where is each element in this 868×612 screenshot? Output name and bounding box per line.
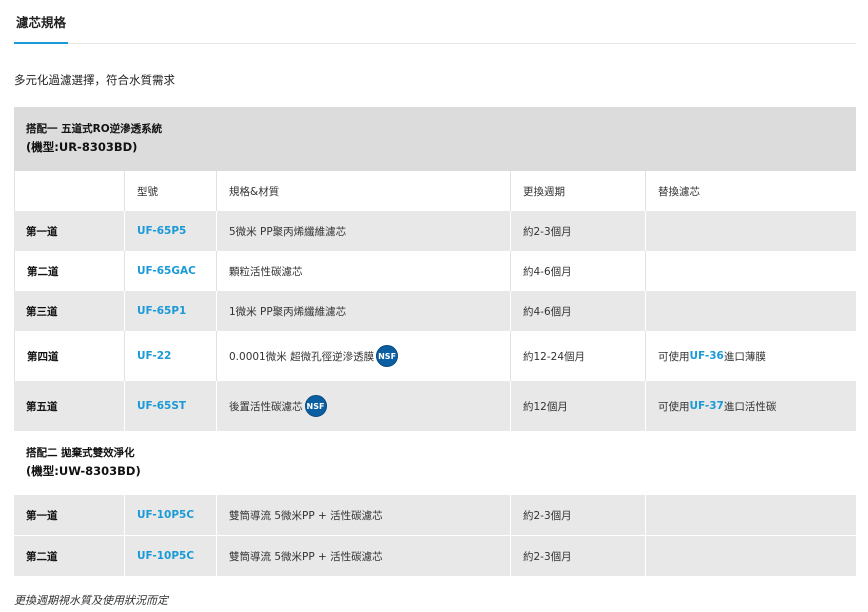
spec-text: 顆粒活性碳濾芯: [216, 251, 510, 291]
replace-prefix: 可使用: [658, 400, 690, 413]
replace-link-uf37[interactable]: UF-37: [690, 400, 724, 412]
config1-header: 搭配一 五道式RO逆滲透系統 (機型:UR-8303BD): [14, 107, 856, 171]
nsf-certified-icon: NSF: [304, 395, 327, 417]
spec-label: 5微米 PP聚丙烯纖維濾芯: [229, 225, 347, 238]
stage-label: 第一道: [26, 509, 58, 522]
spec-label: 後置活性碳濾芯: [229, 400, 303, 413]
spec-text: 0.0001微米 超微孔徑逆滲透膜 NSF: [216, 331, 510, 381]
model-link[interactable]: UF-65P5: [124, 211, 216, 251]
cycle-text: 約12-24個月: [510, 331, 645, 381]
replace-cell: [645, 536, 856, 576]
intro-text: 多元化過濾選擇，符合水質需求: [14, 73, 175, 87]
replace-suffix: 進口薄膜: [723, 350, 766, 363]
replace-cell: 可使用 UF-36 進口薄膜: [645, 331, 856, 381]
spec-label: 顆粒活性碳濾芯: [229, 265, 303, 278]
config1-model: (機型:UR-8303BD): [26, 140, 138, 154]
replace-cell: 可使用 UF-37 進口活性碳: [645, 381, 856, 431]
spec-table: 搭配一 五道式RO逆滲透系統 (機型:UR-8303BD) 型號 規格&材質 更…: [14, 107, 856, 576]
table-row: 第四道 UF-22 0.0001微米 超微孔徑逆滲透膜 NSF 約12-24個月…: [14, 331, 856, 381]
table-row: 第五道 UF-65ST 後置活性碳濾芯 NSF 約12個月 可使用 UF-37 進口…: [14, 381, 856, 431]
table-row: 第二道 UF-65GAC 顆粒活性碳濾芯 約4-6個月: [14, 251, 856, 291]
tab-bar: 濾芯規格: [14, 0, 856, 44]
model-link[interactable]: UF-65GAC: [124, 251, 216, 291]
stage-label: 第三道: [26, 305, 58, 318]
stage-label: 第四道: [14, 331, 124, 381]
spec-text: 5微米 PP聚丙烯纖維濾芯: [216, 211, 510, 251]
header-cycle: 更換週期: [510, 171, 645, 211]
cycle-text: 約12個月: [510, 381, 645, 431]
tab-filter-specs[interactable]: 濾芯規格: [14, 14, 69, 44]
config2-model: (機型:UW-8303BD): [26, 464, 141, 478]
model-link[interactable]: UF-10P5C: [124, 536, 216, 576]
spec-text: 後置活性碳濾芯 NSF: [216, 381, 510, 431]
table-row: 第三道 UF-65P1 1微米 PP聚丙烯纖維濾芯 約4-6個月: [14, 291, 856, 331]
stage-label: 第二道: [26, 550, 58, 563]
table-header-row: 型號 規格&材質 更換週期 替換濾芯: [14, 171, 856, 211]
header-spec: 規格&材質: [216, 171, 510, 211]
cycle-text: 約2-3個月: [510, 211, 645, 251]
spec-text: 1微米 PP聚丙烯纖維濾芯: [216, 291, 510, 331]
replace-cell: [645, 291, 856, 331]
table-row: 第一道 UF-65P5 5微米 PP聚丙烯纖維濾芯 約2-3個月: [14, 211, 856, 251]
stage-label: 第二道: [14, 251, 124, 291]
cycle-text: 約2-3個月: [510, 495, 645, 535]
replace-cell: [645, 211, 856, 251]
config2-title: 搭配二 拋棄式雙效淨化: [26, 447, 135, 459]
spec-label: 1微米 PP聚丙烯纖維濾芯: [229, 305, 347, 318]
header-model: 型號: [124, 171, 216, 211]
cycle-text: 約4-6個月: [510, 291, 645, 331]
model-link[interactable]: UF-65P1: [124, 291, 216, 331]
config2-header: 搭配二 拋棄式雙效淨化 (機型:UW-8303BD): [14, 431, 856, 495]
spec-text: 雙筒導流 5微米PP + 活性碳濾芯: [216, 536, 510, 576]
config1-title: 搭配一 五道式RO逆滲透系統: [26, 123, 163, 135]
cycle-text: 約2-3個月: [510, 536, 645, 576]
nsf-certified-icon: NSF: [376, 345, 399, 367]
replace-cell: [645, 495, 856, 535]
spec-label: 0.0001微米 超微孔徑逆滲透膜: [229, 350, 375, 363]
replace-cell: [645, 251, 856, 291]
model-link[interactable]: UF-10P5C: [124, 495, 216, 535]
model-link[interactable]: UF-22: [124, 331, 216, 381]
footnote: 更換週期視水質及使用狀況而定: [14, 594, 168, 607]
table-row: 第二道 UF-10P5C 雙筒導流 5微米PP + 活性碳濾芯 約2-3個月: [14, 536, 856, 576]
spec-text: 雙筒導流 5微米PP + 活性碳濾芯: [216, 495, 510, 535]
header-stage: [14, 171, 124, 211]
stage-label: 第一道: [26, 225, 58, 238]
stage-label: 第五道: [26, 400, 58, 413]
table-row: 第一道 UF-10P5C 雙筒導流 5微米PP + 活性碳濾芯 約2-3個月: [14, 495, 856, 535]
replace-suffix: 進口活性碳: [723, 400, 777, 413]
cycle-text: 約4-6個月: [510, 251, 645, 291]
replace-link-uf36[interactable]: UF-36: [690, 350, 724, 362]
header-replace: 替換濾芯: [645, 171, 856, 211]
replace-prefix: 可使用: [658, 350, 690, 363]
model-link[interactable]: UF-65ST: [124, 381, 216, 431]
